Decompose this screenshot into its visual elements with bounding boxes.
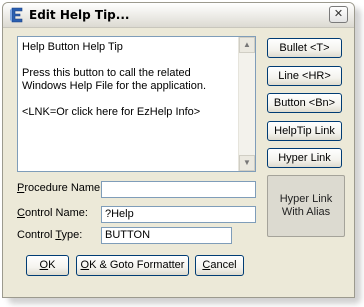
edit-help-tip-dialog: Edit Help Tip... ✕ Help Button Help Tip …: [2, 2, 355, 298]
procedure-name-field[interactable]: [101, 181, 256, 198]
button-tag-button[interactable]: Button <Bn>: [267, 93, 342, 113]
ok-goto-formatter-button[interactable]: OK & Goto Formatter: [76, 255, 189, 276]
control-type-label: Control Type:: [17, 229, 83, 241]
hyper-link-with-alias-button[interactable]: Hyper Link With Alias: [267, 175, 345, 237]
control-name-label: Control Name:: [17, 207, 88, 219]
hyper-link-button[interactable]: Hyper Link: [267, 148, 342, 168]
window-title: Edit Help Tip...: [29, 8, 130, 22]
cancel-button[interactable]: Cancel: [195, 255, 244, 276]
hyper-link-alias-line2: With Alias: [281, 206, 331, 218]
title-bar[interactable]: Edit Help Tip... ✕: [3, 3, 354, 28]
helptip-link-button[interactable]: HelpTip Link: [267, 121, 342, 141]
help-tip-text-area[interactable]: Help Button Help Tip Press this button t…: [17, 36, 256, 172]
procedure-name-label: Procedure Name:: [17, 182, 104, 194]
help-tip-text: Help Button Help Tip Press this button t…: [22, 41, 207, 118]
ezhelp-app-icon: [10, 7, 23, 23]
vertical-scrollbar[interactable]: ▲ ▼: [238, 37, 255, 171]
line-button[interactable]: Line <HR>: [267, 66, 342, 86]
ok-button[interactable]: OK: [26, 255, 69, 276]
hyper-link-alias-line1: Hyper Link: [279, 193, 333, 205]
scroll-down-arrow-icon[interactable]: ▼: [239, 155, 255, 171]
close-icon[interactable]: ✕: [329, 6, 348, 23]
bullet-button[interactable]: Bullet <T>: [267, 38, 342, 58]
control-type-field[interactable]: BUTTON: [101, 227, 232, 244]
scroll-up-arrow-icon[interactable]: ▲: [239, 37, 255, 53]
control-name-field[interactable]: ?Help: [101, 206, 256, 223]
